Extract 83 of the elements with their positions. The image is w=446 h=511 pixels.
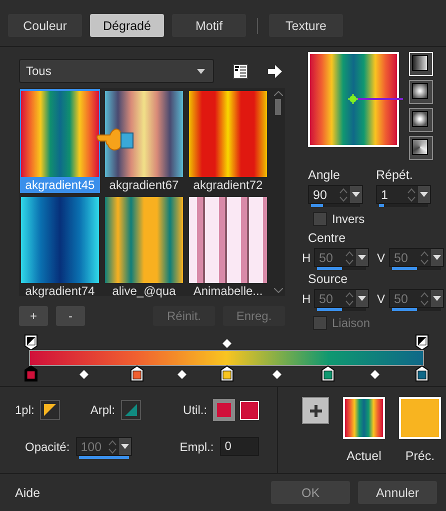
sunburst-style-button[interactable]	[409, 108, 433, 132]
color-swatch[interactable]	[240, 400, 260, 420]
gradient-preset[interactable]: akgradient74	[20, 195, 100, 299]
edit-button[interactable]: +	[19, 306, 48, 326]
category-dropdown[interactable]: Tous	[19, 59, 214, 83]
tab[interactable]: Motif	[172, 14, 246, 37]
caret-icon	[433, 296, 441, 301]
caret-icon	[197, 68, 205, 74]
checkbox-label: Liaison	[332, 316, 370, 330]
spin-field[interactable]: 1	[376, 185, 431, 204]
preset-name: akgradient45	[25, 177, 95, 193]
list-view-icon[interactable]	[233, 64, 248, 78]
linear-style-button[interactable]	[409, 52, 433, 76]
field-label: Arpl:	[90, 403, 116, 417]
help-link[interactable]: Aide	[15, 486, 263, 500]
use-color-button[interactable]	[213, 399, 236, 421]
gradient-preset[interactable]: Animabelle...	[188, 195, 268, 299]
caret-icon	[120, 444, 129, 449]
field-label: Opacité:	[25, 440, 70, 454]
arrow-right-icon[interactable]	[268, 64, 282, 78]
color-stop[interactable]	[220, 365, 234, 382]
field-label: Angle	[308, 168, 341, 182]
gradient-preset[interactable]: alive_@qua	[104, 195, 184, 299]
radial-style-button[interactable]	[409, 136, 433, 160]
opacity-stop[interactable]	[24, 334, 38, 351]
current-gradient-swatch	[343, 397, 385, 439]
field-label: H	[302, 250, 311, 264]
field-label: V	[377, 250, 386, 264]
preset-name: akgradient72	[193, 177, 263, 193]
preset-name: akgradient67	[109, 177, 179, 193]
dropdown-button[interactable]	[418, 186, 430, 203]
scroll-thumb[interactable]	[275, 99, 281, 115]
group-label: Centre	[308, 231, 347, 245]
midpoint-marker[interactable]	[370, 370, 380, 379]
midpoint-marker[interactable]	[177, 370, 186, 379]
swatch-label: Préc.	[405, 449, 435, 463]
preset-name: akgradient74	[25, 283, 95, 299]
caret-icon	[420, 192, 428, 197]
group-label: Source	[308, 272, 349, 286]
plus-icon	[308, 404, 322, 418]
checkbox[interactable]	[313, 212, 327, 226]
dropdown-button[interactable]	[350, 186, 362, 203]
gradient-preset[interactable]: akgradient67	[104, 89, 184, 193]
field-label: Util.:	[183, 403, 208, 417]
color-stop[interactable]	[415, 365, 429, 382]
hand-pointer-icon	[96, 128, 134, 152]
opacity-stop[interactable]	[415, 334, 429, 351]
checkbox-label: Invers	[332, 212, 365, 226]
swatch-label: Actuel	[346, 449, 382, 463]
field-label: V	[377, 292, 386, 306]
caret-icon	[352, 192, 360, 197]
gradient-preset[interactable]: akgradient72	[188, 89, 268, 193]
color-stop[interactable]	[130, 365, 144, 382]
scroll-up-icon[interactable]	[274, 91, 282, 96]
midpoint-marker[interactable]	[79, 370, 88, 379]
midpoint-marker[interactable]	[272, 370, 282, 379]
gradient-bar[interactable]	[29, 350, 424, 366]
preset-name: Animabelle...	[193, 283, 263, 299]
preset-name: alive_@qua	[112, 283, 176, 299]
add-button[interactable]	[302, 397, 329, 424]
rectangular-style-button[interactable]	[409, 80, 433, 104]
tab[interactable]: Texture	[269, 14, 343, 37]
color-stop[interactable]	[321, 365, 336, 382]
tab[interactable]: Couleur	[8, 14, 82, 37]
caret-icon	[358, 296, 366, 301]
background-swatch[interactable]	[121, 400, 142, 420]
scrollbar[interactable]	[273, 88, 283, 296]
field-label: Répét.	[376, 168, 414, 182]
field-label: 1pl:	[15, 403, 34, 417]
spin-field[interactable]: 90	[308, 185, 363, 204]
midpoint-marker[interactable]	[222, 339, 231, 348]
caret-icon	[433, 255, 441, 260]
foreground-swatch[interactable]	[40, 400, 60, 420]
caret-icon	[358, 255, 366, 260]
location-field[interactable]: 0	[220, 437, 259, 456]
tab[interactable]: Dégradé	[90, 14, 164, 37]
field-label: H	[302, 292, 311, 306]
dialog-button[interactable]: Annuler	[358, 481, 437, 504]
edit-button[interactable]: -	[56, 306, 85, 326]
color-stop[interactable]	[24, 365, 38, 382]
field-label: Empl.:	[180, 440, 214, 454]
angle-handle-icon[interactable]	[348, 94, 404, 104]
scroll-down-icon[interactable]	[274, 288, 282, 293]
